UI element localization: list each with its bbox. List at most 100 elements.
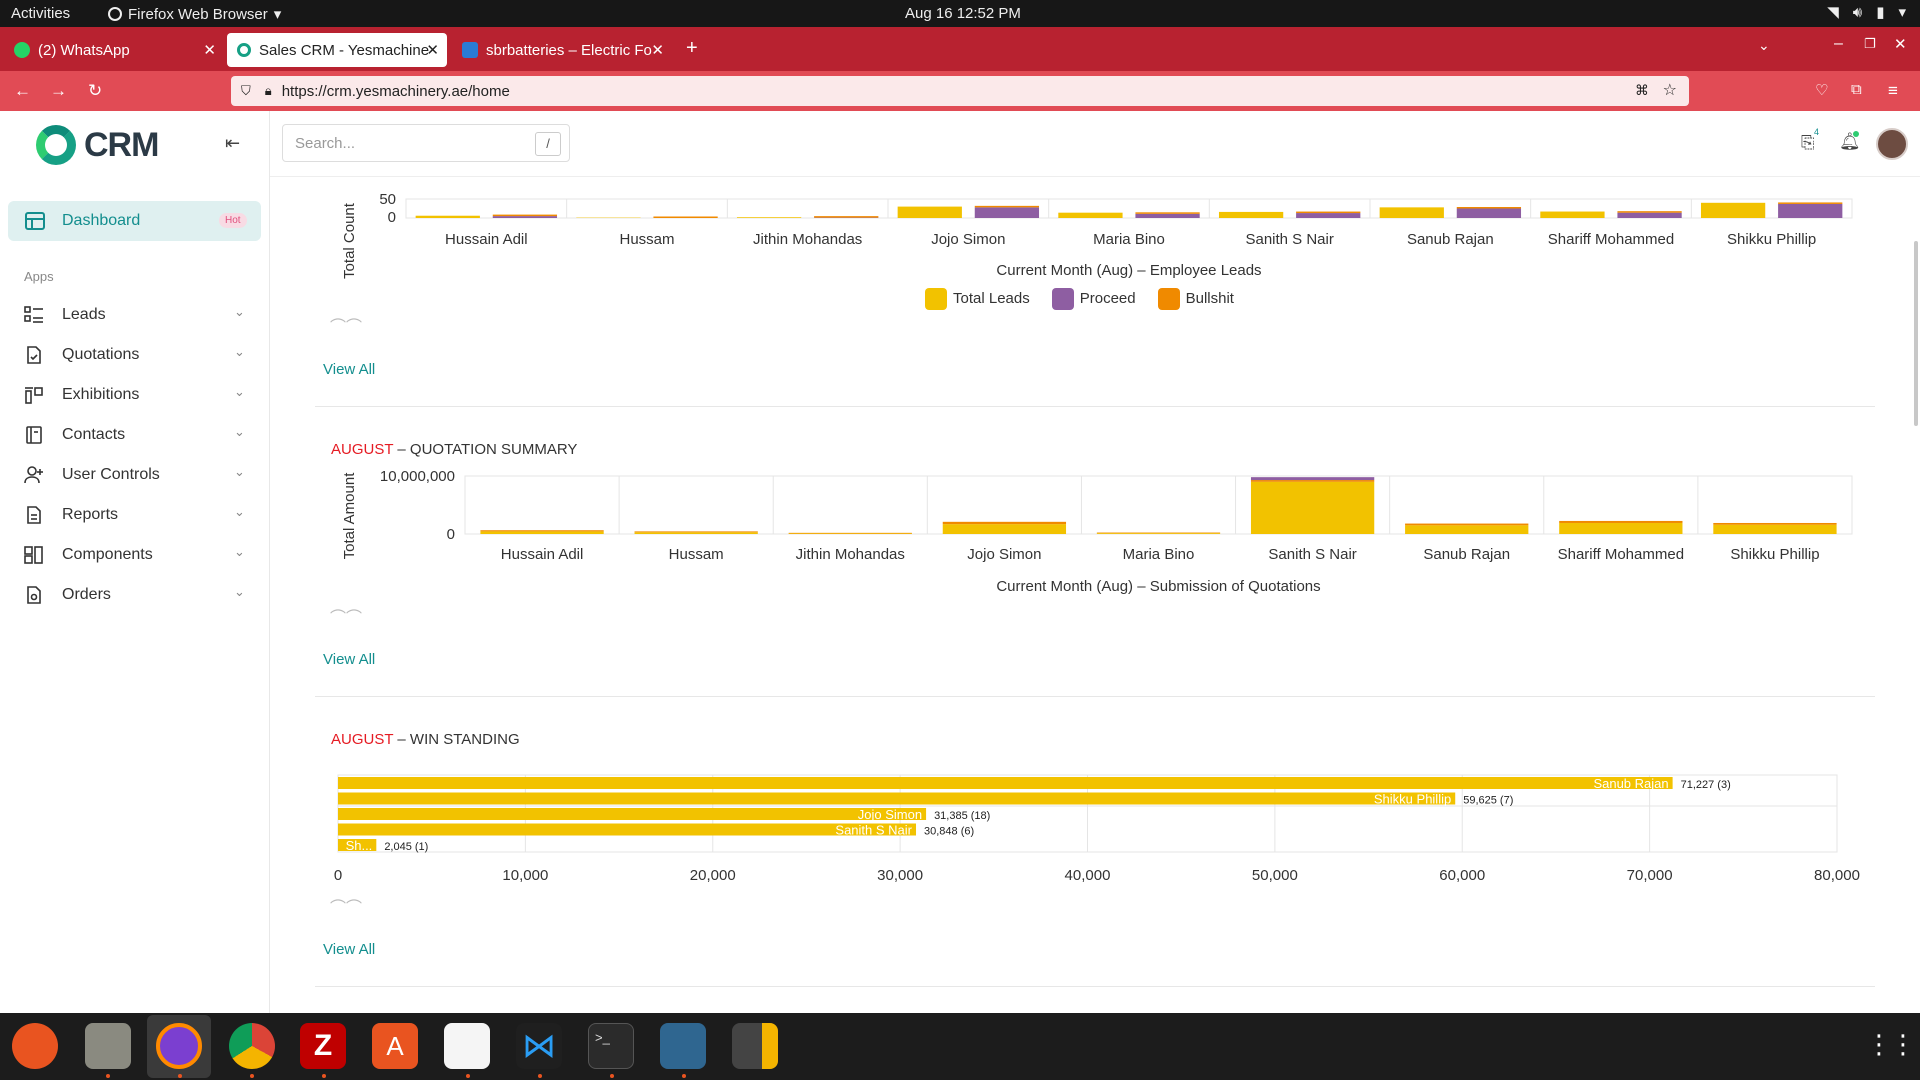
new-tab-button[interactable]: + <box>686 37 698 60</box>
inkscape-app-icon[interactable] <box>12 1023 58 1069</box>
legend-item-total-leads[interactable]: Total Leads <box>925 288 1030 310</box>
legend-item-bullshit[interactable]: Bullshit <box>1157 288 1234 310</box>
extensions-icon[interactable]: ⧉ <box>1851 81 1862 98</box>
collapse-sidebar-icon[interactable]: ⇤ <box>225 133 240 154</box>
win-bar <box>338 792 1456 805</box>
quotation-summary-chart: 10,000,000 0 Total Amount Hussain Adil Hussa… <box>341 468 1853 595</box>
calculator-app-icon[interactable] <box>732 1023 778 1069</box>
apps-heading: Apps <box>24 269 54 284</box>
legend-item-proceed[interactable]: Proceed <box>1051 288 1136 310</box>
win-bar <box>338 808 927 820</box>
bar-bullshit <box>1135 212 1200 214</box>
view-all-quotations-link[interactable]: View All <box>323 651 375 668</box>
firefox-app-icon[interactable] <box>156 1023 202 1069</box>
bar-segment-yellow <box>942 524 1067 534</box>
close-window-icon[interactable]: ✕ <box>1894 35 1907 53</box>
activities-button[interactable]: Activities <box>11 5 70 22</box>
tab-title: Sales CRM - Yesmachiner <box>259 41 429 59</box>
close-icon[interactable]: ✕ <box>426 41 439 59</box>
sidebar-item-reports[interactable]: Reports ⌄ <box>0 495 270 535</box>
system-tray[interactable]: ◥ 🔊︎ ▮ ▾ <box>1827 3 1906 22</box>
bar-segment-yellow <box>1559 522 1683 534</box>
sidebar-item-leads[interactable]: Leads ⌄ <box>0 295 270 335</box>
logo-ring-icon <box>36 125 76 165</box>
y-tick-label: 0 <box>447 526 455 543</box>
dashboard-content: 50 0 Total Count Hussain Adil Hussam Jithin M… <box>270 177 1920 1013</box>
terminal-app-icon[interactable]: >_ <box>588 1023 634 1069</box>
chrome-app-icon[interactable] <box>229 1023 275 1069</box>
sidebar-item-user-controls[interactable]: User Controls ⌄ <box>0 455 270 495</box>
sidebar-item-contacts[interactable]: Contacts ⌄ <box>0 415 270 455</box>
sidebar-item-quotations[interactable]: Quotations ⌄ <box>0 335 270 375</box>
files-app-icon[interactable] <box>85 1023 131 1069</box>
navigation-toolbar: ← → ↻ ⛉ 🔒︎ https://crm.yesmachinery.ae/h… <box>0 71 1920 111</box>
text-editor-app-icon[interactable] <box>444 1023 490 1069</box>
sidebar-item-label: Dashboard <box>62 212 141 229</box>
view-all-win-link[interactable]: View All <box>323 941 375 958</box>
bar-total-leads <box>736 217 802 218</box>
bar-total-leads <box>1700 202 1766 218</box>
inbox-icon[interactable]: ⎘ <box>1801 133 1815 153</box>
x-tick-label: 10,000 <box>502 867 548 884</box>
avatar[interactable] <box>1876 128 1908 160</box>
x-tick-label: Hussam <box>669 546 724 563</box>
filezilla-app-icon[interactable]: Z <box>300 1023 346 1069</box>
vscode-app-icon[interactable]: ⋈ <box>516 1023 562 1069</box>
mysql-workbench-app-icon[interactable] <box>660 1023 706 1069</box>
translate-icon[interactable]: ⌘ <box>1635 82 1649 99</box>
minimize-icon[interactable]: – <box>1834 35 1843 53</box>
employee-leads-chart: 500 Total Count Hussain Adil Hussam Jithin M… <box>341 191 1853 279</box>
list-all-tabs-icon[interactable]: ⌄ <box>1758 37 1770 54</box>
sidebar-item-label: Exhibitions <box>62 386 140 403</box>
bar-value-label: 71,227 (3) <box>1681 779 1731 791</box>
firefox-icon <box>108 7 122 21</box>
bar-segment-yellow <box>1713 524 1837 534</box>
software-store-app-icon[interactable]: A <box>372 1023 418 1069</box>
running-indicator <box>466 1074 470 1078</box>
chevron-down-icon: ⌄ <box>234 304 245 319</box>
exhibition-icon <box>25 387 43 404</box>
win-standing-chart: 0 10,000 20,000 30,000 40,000 50,000 60,000 70,… <box>334 774 1860 884</box>
legend-swatch <box>925 288 947 310</box>
bar-proceed <box>1778 203 1843 218</box>
clock[interactable]: Aug 16 12:52 PM <box>905 5 1021 22</box>
chevron-down-icon: ⌄ <box>234 344 245 359</box>
bar-proceed <box>1617 212 1682 218</box>
hamburger-menu-icon[interactable]: ≡ <box>1888 81 1898 101</box>
url-text: https://crm.yesmachinery.ae/home <box>281 82 510 100</box>
sidebar-item-orders[interactable]: Orders ⌄ <box>0 575 270 615</box>
x-tick-label: 30,000 <box>877 867 923 884</box>
tab-whatsapp[interactable]: (2) WhatsApp ✕ <box>4 33 224 67</box>
bar-segment-orange <box>1713 522 1837 525</box>
bar-total-leads <box>1379 207 1444 218</box>
logo[interactable]: CRM <box>36 125 159 165</box>
page-scrollbar[interactable] <box>1914 241 1918 426</box>
show-apps-grid-icon[interactable]: ⋮⋮⋮ <box>1866 1029 1920 1060</box>
maximize-icon[interactable]: ❐ <box>1864 36 1876 52</box>
notification-dot <box>1853 131 1859 137</box>
search-input[interactable]: Search... / <box>282 124 570 162</box>
chevron-down-icon: ⌄ <box>234 584 245 599</box>
legend-swatch <box>1157 288 1180 310</box>
sidebar-item-exhibitions[interactable]: Exhibitions ⌄ <box>0 375 270 415</box>
bookmark-star-icon[interactable]: ☆ <box>1663 80 1677 100</box>
tab-sales-crm[interactable]: Sales CRM - Yesmachiner ✕ <box>227 33 447 67</box>
sidebar-item-dashboard[interactable]: Dashboard Hot <box>8 201 261 241</box>
close-icon[interactable]: ✕ <box>651 41 664 59</box>
back-icon[interactable]: ← <box>14 81 31 101</box>
url-bar[interactable]: ⛉ 🔒︎ https://crm.yesmachinery.ae/home ⌘ … <box>231 76 1689 106</box>
tab-sbrbatteries[interactable]: sbrbatteries – Electric Fo ✕ <box>452 33 672 67</box>
hot-badge: Hot <box>219 213 247 228</box>
sidebar-item-components[interactable]: Components ⌄ <box>0 535 270 575</box>
forward-icon[interactable]: → <box>50 81 67 101</box>
app-menu[interactable]: Firefox Web Browser ▾ <box>108 5 281 23</box>
reload-icon[interactable]: ↻ <box>88 81 102 101</box>
close-icon[interactable]: ✕ <box>203 41 216 59</box>
view-all-leads-link[interactable]: View All <box>323 361 375 378</box>
x-tick-label: 0 <box>334 867 342 884</box>
pocket-icon[interactable]: ♡ <box>1815 81 1828 99</box>
x-tick-label: Sanith S Nair <box>1245 231 1333 248</box>
bar-segment-yellow <box>1405 525 1529 534</box>
section-title: – WIN STANDING <box>393 731 520 748</box>
battery-icon: ▮ <box>1876 4 1885 21</box>
